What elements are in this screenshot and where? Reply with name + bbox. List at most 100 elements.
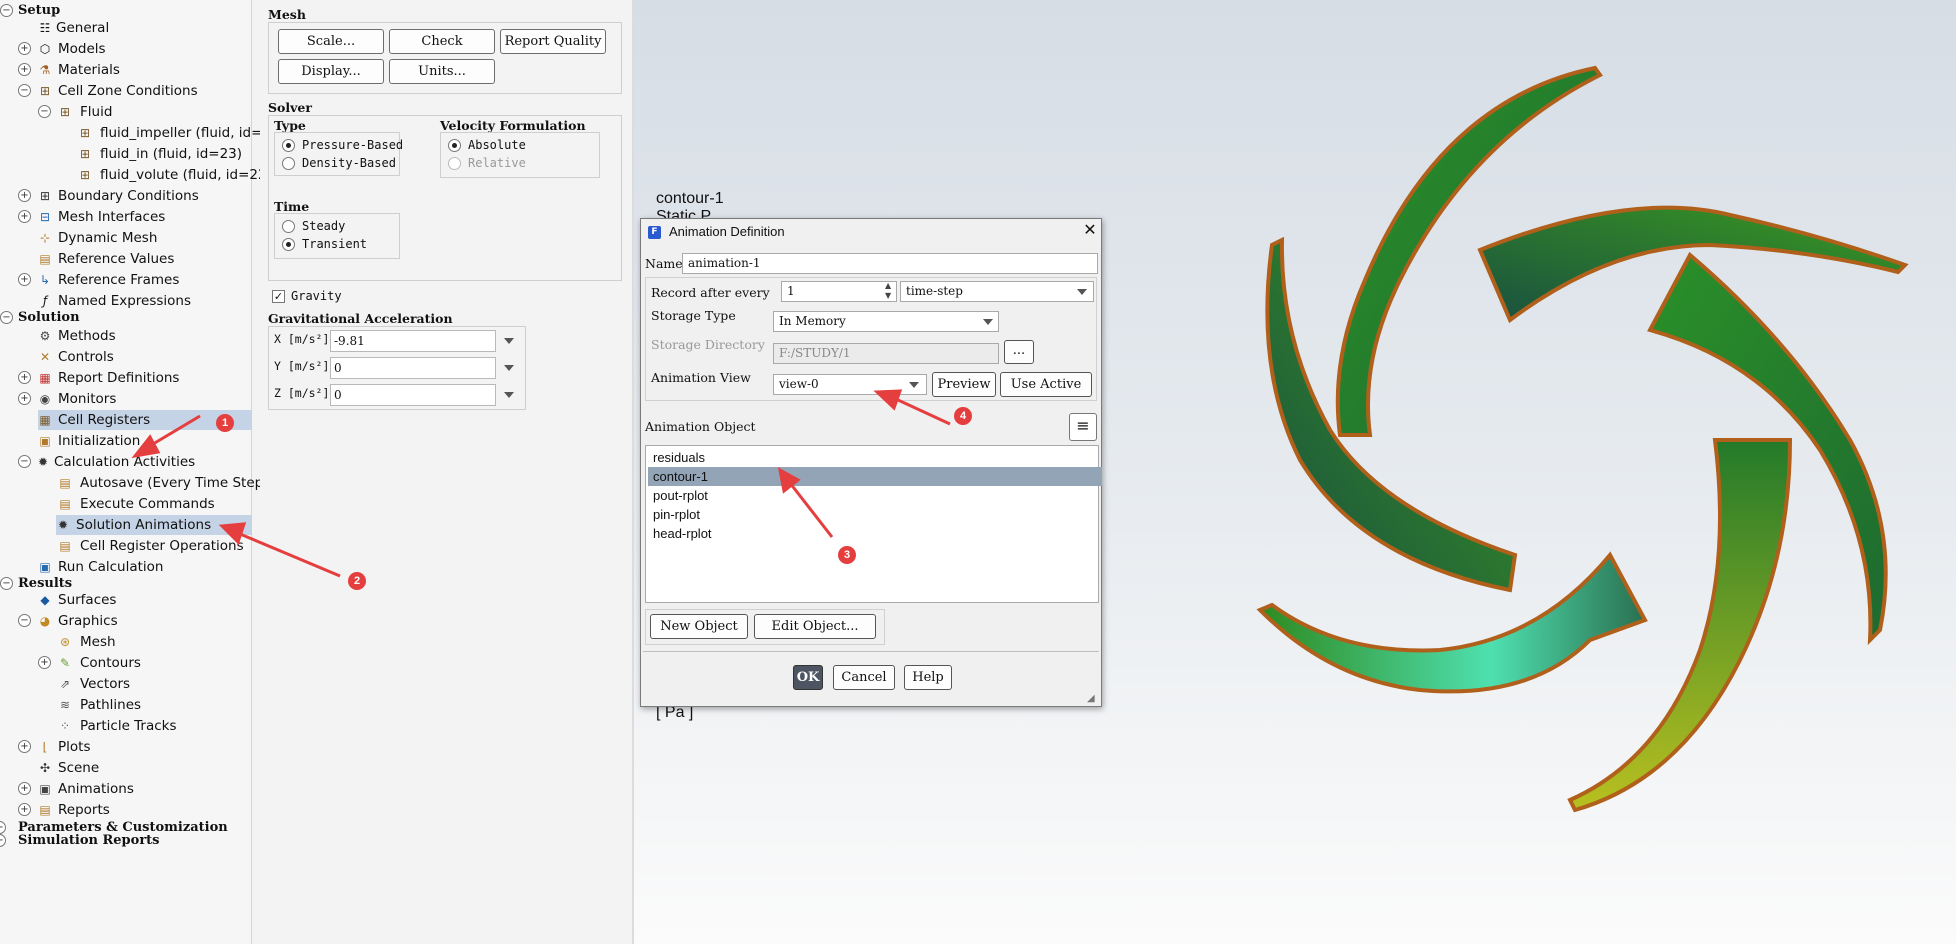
expand-icon[interactable]: +: [18, 273, 31, 286]
pressure-based-radio[interactable]: [282, 139, 295, 152]
density-based-radio[interactable]: [282, 157, 295, 170]
tree-item-fluid-volute[interactable]: ⊞ fluid_volute (fluid, id=22: [0, 165, 267, 185]
cancel-button[interactable]: Cancel: [833, 665, 895, 690]
tree-item-vectors[interactable]: ⇗ Vectors: [0, 674, 252, 694]
collapse-icon[interactable]: −: [18, 84, 31, 97]
tree-item-calculation-activities[interactable]: − ✹ Calculation Activities: [0, 452, 252, 472]
tree-item-reference-frames[interactable]: + ↳ Reference Frames: [0, 270, 252, 290]
tree-item-graphics[interactable]: − ◕ Graphics: [0, 611, 252, 631]
tree-item-general[interactable]: ☷ General: [0, 18, 252, 38]
tree-item-models[interactable]: + ⬡ Models: [0, 39, 252, 59]
list-menu-icon[interactable]: ≡: [1069, 413, 1097, 441]
y-gravity-input[interactable]: 0: [330, 357, 496, 379]
tree-item-reports[interactable]: + ▤ Reports: [0, 800, 252, 820]
resize-grip-icon[interactable]: ◢: [1087, 693, 1095, 704]
list-item-pout-rplot[interactable]: pout-rplot: [648, 486, 1102, 505]
tree-item-run-calculation[interactable]: ▣ Run Calculation: [0, 557, 252, 577]
tree-item-cell-register-operations[interactable]: ▤ Cell Register Operations: [0, 536, 252, 556]
expand-icon[interactable]: +: [0, 834, 6, 847]
tree-item-materials[interactable]: + ⚗ Materials: [0, 60, 252, 80]
expand-icon[interactable]: +: [18, 392, 31, 405]
expand-icon[interactable]: +: [18, 189, 31, 202]
help-button[interactable]: Help: [904, 665, 952, 690]
gravity-checkbox[interactable]: ✓: [272, 290, 285, 303]
expand-icon[interactable]: +: [18, 42, 31, 55]
record-unit-select[interactable]: time-step: [900, 281, 1094, 302]
tree-item-report-definitions[interactable]: + ▦ Report Definitions: [0, 368, 252, 388]
tree-item-animations[interactable]: + ▣ Animations: [0, 779, 252, 799]
record-interval-input[interactable]: 1: [781, 281, 897, 302]
browse-button[interactable]: ...: [1004, 340, 1034, 364]
expand-icon[interactable]: +: [18, 371, 31, 384]
report-quality-button[interactable]: Report Quality: [500, 29, 606, 54]
tree-item-monitors[interactable]: + ◉ Monitors: [0, 389, 252, 409]
tree-item-fluid[interactable]: − ⊞ Fluid: [0, 102, 252, 122]
chevron-down-icon[interactable]: [1077, 289, 1087, 295]
x-gravity-input[interactable]: -9.81: [330, 330, 496, 352]
y-dropdown-icon[interactable]: [504, 365, 514, 371]
tree-item-solution-animations[interactable]: ✹ Solution Animations: [56, 515, 252, 535]
chevron-down-icon[interactable]: [909, 382, 919, 388]
tree-item-autosave[interactable]: ▤ Autosave (Every Time Steps): [0, 473, 275, 493]
tree-item-surfaces[interactable]: ◆ Surfaces: [0, 590, 252, 610]
new-object-button[interactable]: New Object: [650, 614, 748, 639]
close-icon[interactable]: ✕: [1081, 220, 1099, 240]
animation-view-select[interactable]: view-0: [773, 374, 927, 395]
chevron-down-icon[interactable]: [983, 319, 993, 325]
scale-button[interactable]: Scale...: [278, 29, 384, 54]
absolute-radio[interactable]: [448, 139, 461, 152]
tree-item-particle-tracks[interactable]: ⁘ Particle Tracks: [0, 716, 252, 736]
check-button[interactable]: Check: [389, 29, 495, 54]
expand-icon[interactable]: +: [18, 782, 31, 795]
display-button[interactable]: Display...: [278, 59, 384, 84]
tree-item-reference-values[interactable]: ▤ Reference Values: [0, 249, 252, 269]
tree-item-named-expressions[interactable]: ƒ Named Expressions: [0, 291, 252, 311]
tree-item-mesh[interactable]: ⊛ Mesh: [0, 632, 252, 652]
tree-item-fluid-impeller[interactable]: ⊞ fluid_impeller (fluid, id=2: [0, 123, 271, 143]
tree-item-plots[interactable]: + ⌊ Plots: [0, 737, 252, 757]
name-input[interactable]: animation-1: [682, 253, 1098, 274]
collapse-icon[interactable]: −: [18, 455, 31, 468]
tree-item-fluid-in[interactable]: ⊞ fluid_in (fluid, id=23): [0, 144, 252, 164]
use-active-button[interactable]: Use Active: [1000, 372, 1092, 397]
expand-icon[interactable]: +: [18, 210, 31, 223]
list-item-head-rplot[interactable]: head-rplot: [648, 524, 1102, 543]
z-gravity-input[interactable]: 0: [330, 384, 496, 406]
z-dropdown-icon[interactable]: [504, 392, 514, 398]
collapse-icon[interactable]: −: [38, 105, 51, 118]
storage-type-select[interactable]: In Memory: [773, 311, 999, 332]
steady-radio[interactable]: [282, 220, 295, 233]
tree-item-contours[interactable]: + ✎ Contours: [0, 653, 252, 673]
tree-item-dynamic-mesh[interactable]: ⊹ Dynamic Mesh: [0, 228, 252, 248]
x-dropdown-icon[interactable]: [504, 338, 514, 344]
tree-item-execute-commands[interactable]: ▤ Execute Commands: [0, 494, 252, 514]
tree-item-initialization[interactable]: ▣ Initialization: [0, 431, 252, 451]
tree-item-cell-zone-conditions[interactable]: − ⊞ Cell Zone Conditions: [0, 81, 252, 101]
expand-icon[interactable]: +: [38, 656, 51, 669]
preview-button[interactable]: Preview: [932, 372, 996, 397]
storage-directory-input[interactable]: F:/STUDY/1: [773, 343, 999, 364]
tree-item-pathlines[interactable]: ≋ Pathlines: [0, 695, 252, 715]
tree-item-scene[interactable]: ✣ Scene: [0, 758, 252, 778]
expand-icon[interactable]: +: [18, 63, 31, 76]
collapse-icon[interactable]: −: [18, 614, 31, 627]
tree-item-controls[interactable]: ✕ Controls: [0, 347, 252, 367]
list-item-residuals[interactable]: residuals: [648, 448, 1102, 467]
tree-item-methods[interactable]: ⚙ Methods: [0, 326, 252, 346]
collapse-icon[interactable]: −: [0, 577, 13, 590]
tree-item-boundary-conditions[interactable]: + ⊞ Boundary Conditions: [0, 186, 252, 206]
edit-object-button[interactable]: Edit Object...: [754, 614, 876, 639]
expand-icon[interactable]: +: [18, 803, 31, 816]
collapse-icon[interactable]: −: [0, 4, 13, 17]
collapse-icon[interactable]: −: [0, 311, 13, 324]
tree-item-mesh-interfaces[interactable]: + ⊟ Mesh Interfaces: [0, 207, 252, 227]
list-item-contour-1[interactable]: contour-1: [648, 467, 1102, 486]
list-item-pin-rplot[interactable]: pin-rplot: [648, 505, 1102, 524]
spinner-icon[interactable]: ▲ ▼: [885, 281, 891, 301]
transient-radio[interactable]: [282, 238, 295, 251]
expand-icon[interactable]: +: [18, 740, 31, 753]
ok-button[interactable]: OK: [793, 665, 823, 690]
expand-icon[interactable]: +: [0, 821, 6, 834]
units-button[interactable]: Units...: [389, 59, 495, 84]
relative-radio[interactable]: [448, 157, 461, 170]
